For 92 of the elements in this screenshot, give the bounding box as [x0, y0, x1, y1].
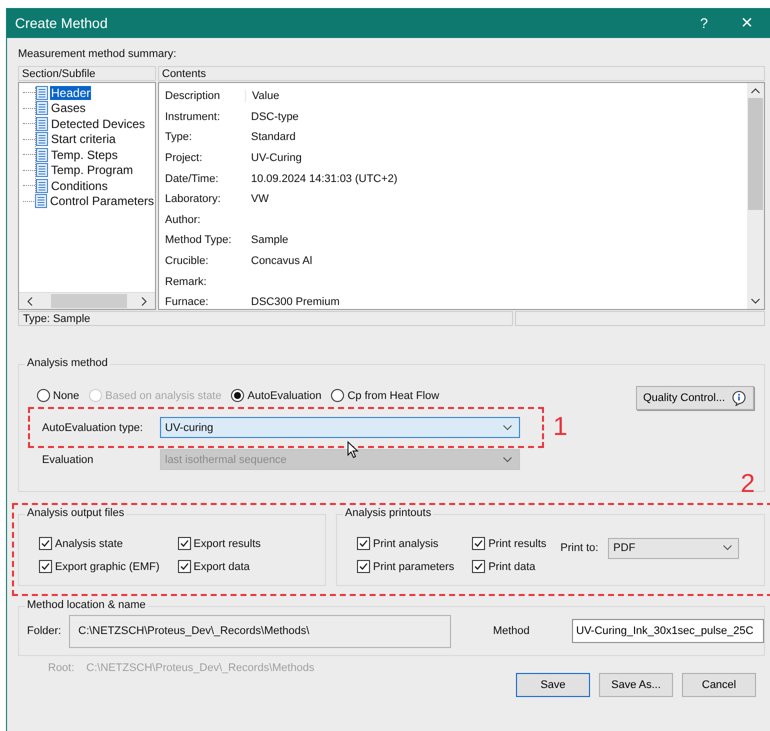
- mouse-cursor-icon: [347, 441, 359, 459]
- scroll-down-icon[interactable]: [751, 298, 760, 304]
- type-dropdown[interactable]: UV-curing: [160, 417, 520, 438]
- table-cell-text: UV-Curing: [250, 152, 303, 164]
- checkbox-label: Export data: [194, 560, 250, 572]
- section-label: Measurement method summary:: [18, 48, 176, 60]
- column-header: Description: [159, 90, 246, 102]
- checkbox[interactable]: [39, 560, 52, 573]
- checkbox[interactable]: [178, 560, 191, 573]
- table-cell-text: Type:: [164, 131, 193, 144]
- document-icon: [36, 86, 48, 100]
- checkbox-label: Print parameters: [373, 560, 454, 572]
- dialog-button[interactable]: Save: [516, 673, 590, 697]
- checkbox[interactable]: [357, 560, 370, 573]
- field-label: AutoEvaluation type:: [42, 422, 144, 434]
- checkbox[interactable]: [178, 537, 191, 550]
- group-title: Method location & name: [25, 599, 148, 611]
- column-header: Value: [251, 90, 280, 102]
- tree-item[interactable]: Start criteria: [50, 132, 117, 146]
- tree-item[interactable]: Detected Devices: [50, 116, 146, 131]
- group-title: Analysis method: [25, 357, 110, 369]
- scroll-up-icon[interactable]: [751, 88, 760, 94]
- table-cell-text: Method Type:: [164, 234, 232, 246]
- checkbox-label: Print data: [488, 560, 536, 572]
- field-label: Evaluation: [42, 454, 94, 466]
- table-cell-text: DSC300 Premium: [250, 296, 341, 308]
- checkbox-label: Print analysis: [373, 538, 438, 550]
- table-cell-text: Author:: [164, 214, 202, 226]
- caret-icon: [723, 545, 732, 551]
- radio-option[interactable]: Cp from Heat Flow: [331, 389, 440, 402]
- checkbox[interactable]: [472, 560, 486, 573]
- table-cell-text: Standard: [250, 131, 297, 144]
- tree-item[interactable]: Gases: [50, 101, 87, 116]
- checkbox[interactable]: [472, 537, 486, 550]
- tree-item[interactable]: Temp. Program: [50, 163, 134, 178]
- method-name-field[interactable]: UV-Curing_Ink_30x1sec_pulse_25C: [572, 619, 764, 643]
- group-title: Analysis output files: [25, 507, 126, 519]
- root-label: Root:: [48, 662, 74, 674]
- table-cell-text: 10.09.2024 14:31:03 (UTC+2): [250, 172, 398, 185]
- annotation-number: 2: [740, 470, 755, 496]
- document-icon: [36, 163, 48, 178]
- info-bubble-icon: [731, 390, 747, 406]
- caret-icon: [503, 456, 512, 462]
- column-header: Section/Subfile: [18, 66, 156, 81]
- dialog-button[interactable]: Cancel: [682, 673, 756, 697]
- table-cell-text: VW: [250, 193, 270, 206]
- print-to-dropdown[interactable]: PDF: [608, 538, 740, 558]
- tree-item[interactable]: Temp. Steps: [50, 148, 119, 162]
- document-icon: [36, 101, 48, 116]
- quality-control-button[interactable]: Quality Control...: [636, 386, 754, 410]
- field-label: Folder:: [27, 625, 62, 637]
- checkbox[interactable]: [357, 537, 370, 550]
- document-icon: [36, 178, 48, 193]
- help-button[interactable]: ?: [684, 15, 724, 31]
- checkbox-label: Print results: [488, 538, 546, 550]
- caret-icon: [503, 424, 512, 430]
- checkbox-label: Export graphic (EMF): [55, 560, 160, 572]
- window-title: Create Method: [15, 15, 109, 31]
- dialog-button[interactable]: Save As...: [599, 673, 673, 697]
- tree-item[interactable]: Control Parameters: [48, 194, 155, 208]
- table-cell-text: DSC-type: [250, 110, 300, 123]
- table-cell-text: Sample: [250, 234, 290, 246]
- annotation-number: 1: [553, 413, 568, 439]
- tree-item[interactable]: Header: [50, 86, 92, 100]
- checkbox[interactable]: [39, 537, 52, 550]
- table-cell-text: Date/Time:: [164, 172, 220, 185]
- tree-item[interactable]: Conditions: [50, 178, 109, 193]
- document-icon: [36, 132, 48, 146]
- checkbox-label: Export results: [194, 538, 261, 550]
- close-button[interactable]: ×: [724, 12, 770, 34]
- table-cell-text: Crucible:: [164, 255, 210, 268]
- document-icon: [36, 116, 48, 131]
- checkbox-label: Analysis state: [55, 538, 123, 550]
- column-header: Contents: [158, 66, 765, 81]
- folder-field[interactable]: C:\NETZSCH\Proteus_Dev\_Records\Methods\: [69, 614, 451, 648]
- table-cell-text: Instrument:: [164, 110, 222, 123]
- document-icon: [34, 194, 47, 208]
- group-title: Analysis printouts: [343, 507, 434, 519]
- field-label: Method: [492, 625, 531, 637]
- table-cell-text: Laboratory:: [164, 193, 222, 206]
- radio-option[interactable]: AutoEvaluation: [231, 389, 322, 402]
- horizontal-scrollbar[interactable]: [19, 292, 155, 309]
- radio-option[interactable]: None: [37, 389, 80, 402]
- root-path: C:\NETZSCH\Proteus_Dev\_Records\Methods: [86, 662, 314, 674]
- table-cell-text: Furnace:: [164, 296, 210, 308]
- field-label: Print to:: [560, 542, 598, 554]
- table-cell-text: Project:: [164, 152, 204, 164]
- document-icon: [36, 148, 48, 162]
- status-field: Type: Sample: [18, 311, 513, 326]
- table-cell-text: Remark:: [164, 276, 208, 288]
- table-cell-text: Concavus Al: [250, 255, 314, 268]
- vertical-scrollbar[interactable]: [747, 83, 764, 309]
